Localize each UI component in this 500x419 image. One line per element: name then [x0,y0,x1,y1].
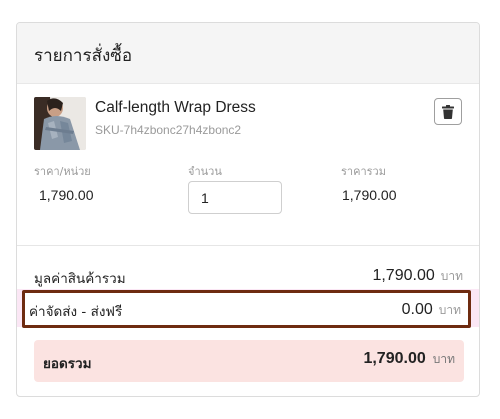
subtotal-amount: 1,790.00 บาท [372,267,463,286]
remove-item-button[interactable] [434,98,462,125]
quantity-input[interactable] [188,181,282,214]
shipping-amount: 0.00 บาท [402,301,461,320]
shipping-label: ค่าจัดส่ง - ส่งฟรี [29,304,123,320]
total-currency: บาท [432,352,455,366]
subtotal-value: 1,790.00 [372,267,435,284]
page-title: รายการสั่งซื้อ [34,46,133,66]
shipping-currency: บาท [438,303,461,317]
product-name[interactable]: Calf-length Wrap Dress [95,99,256,117]
dress-photo-icon [34,97,86,150]
unit-price-label: ราคา/หน่วย [34,165,91,178]
subtotal-currency: บาท [440,269,463,283]
quantity-label: จำนวน [188,165,222,178]
order-item: Calf-length Wrap Dress SKU-7h4zbonc27h4z… [34,97,464,152]
subtotal-label: มูลค่าสินค้ารวม [34,271,126,287]
line-total-label: ราคารวม [341,165,386,178]
divider [17,245,479,246]
card-header: รายการสั่งซื้อ [17,23,479,84]
order-summary-card: รายการสั่งซื้อ Calf-length Wrap Dress SK… [16,22,480,397]
unit-price-value: 1,790.00 [39,187,94,203]
product-thumbnail[interactable] [34,97,86,150]
trash-icon [442,104,454,119]
line-total-value: 1,790.00 [342,187,397,203]
shipping-value: 0.00 [401,301,433,318]
grand-total-row: ยอดรวม 1,790.00 บาท [34,340,464,382]
shipping-row: ค่าจัดส่ง - ส่งฟรี 0.00 บาท [22,290,471,328]
product-sku: SKU-7h4zbonc27h4zbonc2 [95,123,242,137]
total-label: ยอดรวม [43,356,92,372]
total-amount: 1,790.00 บาท [363,350,455,369]
total-value: 1,790.00 [363,350,426,367]
